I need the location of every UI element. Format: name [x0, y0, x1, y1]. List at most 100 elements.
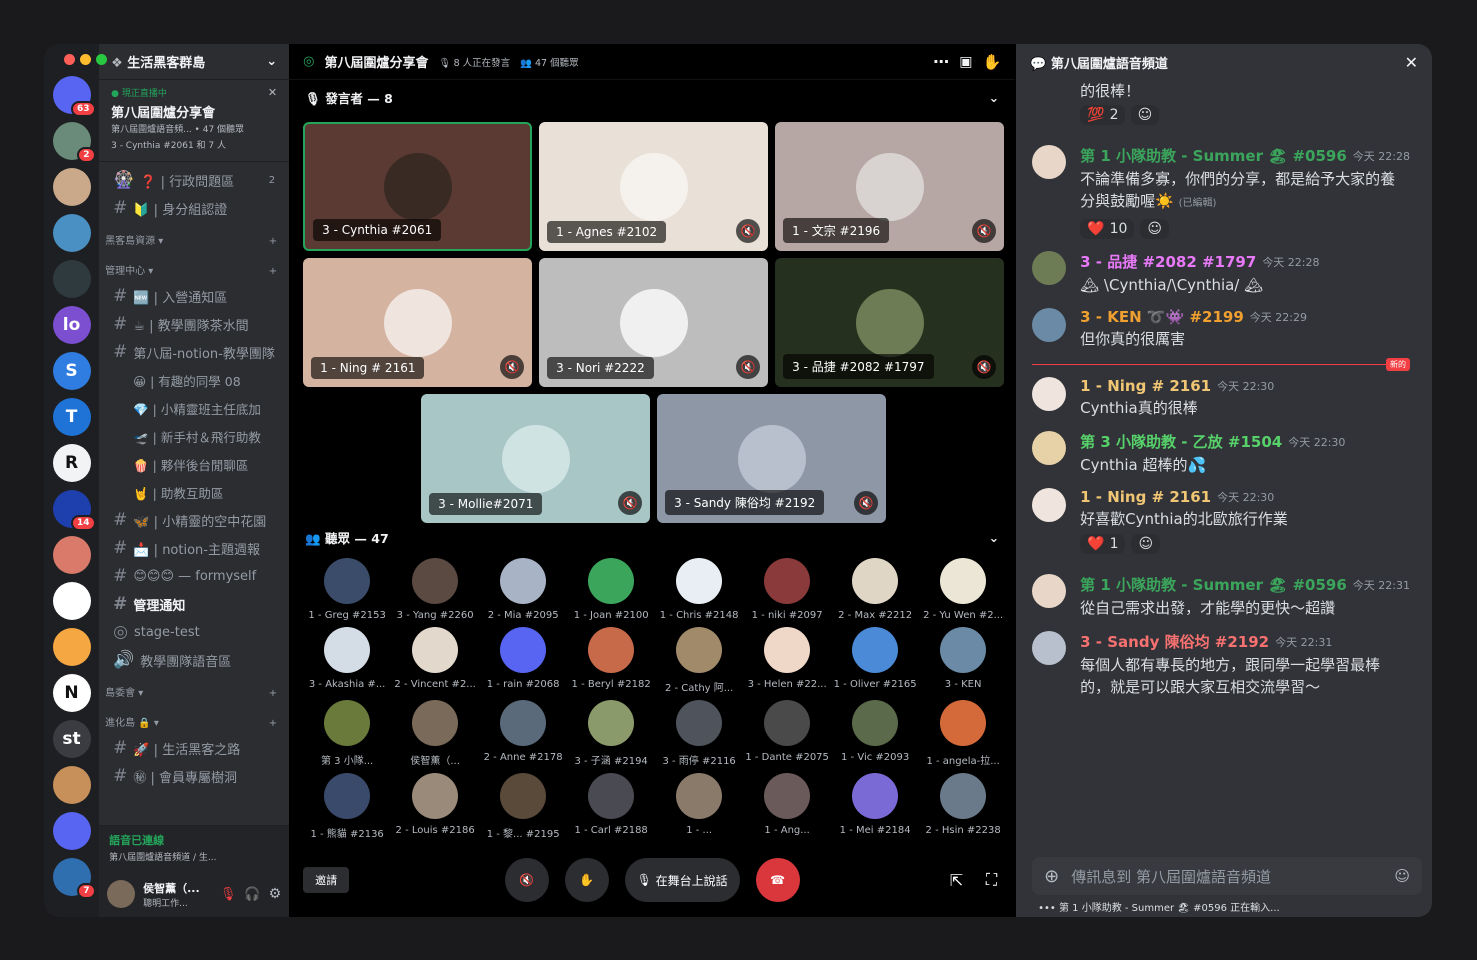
message-author[interactable]: 3 - KEN ➰👾 #2199	[1080, 308, 1244, 326]
plus-icon[interactable]: ⊕	[1044, 866, 1059, 887]
server-icon[interactable]	[52, 168, 91, 206]
audience-member[interactable]: 2 - Yu Wen #2...	[919, 558, 1007, 621]
audience-member[interactable]: 3 - 子涵 #2194	[567, 700, 655, 767]
message-author[interactable]: 3 - 品捷 #2082 #1797	[1080, 251, 1256, 272]
channel-item[interactable]: # 管理通知	[99, 590, 289, 618]
audience-member[interactable]: 1 - Ang...	[743, 773, 831, 840]
speaker-tile[interactable]: 1 - 文宗 #2196 🔇	[775, 122, 1005, 251]
speaker-tile[interactable]: 1 - Ning # 2161 🔇	[303, 258, 533, 387]
audience-member[interactable]: 1 - Carl #2188	[567, 773, 655, 840]
server-icon[interactable]	[52, 812, 91, 850]
gear-icon[interactable]: ⚙	[269, 886, 282, 902]
avatar[interactable]	[1032, 631, 1067, 665]
close-icon[interactable]: ✕	[268, 86, 277, 99]
message-input[interactable]: ⊕ 傳訊息到 第八屆圍爐語音頻道 ☺	[1032, 857, 1422, 895]
close-icon[interactable]: ✕	[1405, 53, 1418, 72]
server-icon[interactable]: lo	[52, 306, 91, 344]
reaction[interactable]: ❤️ 1	[1080, 534, 1126, 554]
server-icon[interactable]: 7	[52, 858, 96, 899]
plus-icon[interactable]: +	[269, 236, 277, 247]
audience-member[interactable]: 1 - Vic #2093	[831, 700, 919, 767]
plus-icon[interactable]: +	[269, 688, 277, 699]
avatar[interactable]	[1032, 377, 1067, 411]
server-icon[interactable]	[52, 766, 91, 804]
audience-member[interactable]: 1 - Mei #2184	[831, 773, 919, 840]
speaker-tile[interactable]: 3 - Nori #2222 🔇	[539, 258, 769, 387]
guild-header[interactable]: ❖ 生活黑客群島 ⌄	[99, 44, 290, 80]
reaction[interactable]: ❤️ 10	[1080, 219, 1135, 239]
add-reaction-icon[interactable]: ☺	[1130, 105, 1160, 125]
channel-item[interactable]: # 🚀 | 生活黑客之路	[99, 734, 289, 762]
speaker-tile[interactable]: 3 - Sandy 陳俗均 #2192 🔇	[657, 394, 887, 523]
message-author[interactable]: 3 - Sandy 陳俗均 #2192	[1080, 631, 1269, 652]
chevron-down-icon[interactable]: ⌄	[989, 90, 999, 105]
speaker-tile[interactable]: 3 - Mollie#2071 🔇	[421, 394, 651, 523]
avatar[interactable]	[1032, 145, 1067, 179]
audience-member[interactable]: 2 - Hsin #2238	[919, 773, 1007, 840]
raise-hand-button[interactable]: ✋	[564, 858, 609, 902]
server-icon[interactable]: T	[52, 398, 91, 436]
server-icon[interactable]	[52, 628, 91, 666]
audience-member[interactable]: 1 - Joan #2100	[567, 558, 655, 621]
audience-member[interactable]: 2 - Louis #2186	[391, 773, 479, 840]
audience-member[interactable]: 3 - 雨停 #2116	[655, 700, 743, 767]
speakers-section-header[interactable]: 🎙 發言者 — 8 ⌄	[289, 80, 1015, 114]
channel-item[interactable]: # 📩 | notion-主題週報	[99, 534, 289, 562]
audience-member[interactable]: 第 3 小隊...	[303, 700, 391, 767]
channel-item[interactable]: 🛫 | 新手村＆飛行助教	[99, 422, 289, 450]
audience-member[interactable]: 1 - Oliver #2165	[831, 627, 919, 694]
audience-member[interactable]: 2 - Mia #2095	[479, 558, 567, 621]
audience-member[interactable]: 1 - Dante #2075	[743, 700, 831, 767]
server-icon[interactable]: R	[52, 444, 91, 482]
chevron-down-icon[interactable]: ⌄	[266, 54, 277, 69]
audience-member[interactable]: 2 - Cathy 阿...	[655, 627, 743, 694]
server-icon[interactable]: 63	[52, 76, 96, 117]
speaker-tile[interactable]: 3 - Cynthia #2061	[303, 122, 533, 251]
audience-member[interactable]: 3 - Akashia #...	[303, 627, 391, 694]
emoji-icon[interactable]: ☺	[1394, 867, 1410, 885]
message-author[interactable]: 第 3 小隊助教 - 乙放 #1504	[1080, 431, 1282, 452]
headphones-icon[interactable]: 🎧	[244, 887, 260, 902]
reaction[interactable]: 💯 2	[1080, 105, 1126, 125]
close-window-button[interactable]	[64, 54, 75, 65]
server-icon[interactable]	[52, 582, 91, 620]
audience-member[interactable]: 1 - 黎... #2195	[479, 773, 567, 840]
audience-member[interactable]: 2 - Vincent #2...	[391, 627, 479, 694]
channel-item[interactable]: ◎ stage-test	[99, 618, 289, 646]
channel-item[interactable]: 😀 | 有趣的同學 08	[99, 366, 289, 394]
mute-button[interactable]: 🔇	[504, 858, 549, 902]
audience-member[interactable]: 1 - rain #2068	[479, 627, 567, 694]
speaker-tile[interactable]: 1 - Agnes #2102 🔇	[539, 122, 769, 251]
channel-item[interactable]: # 🔰 | 身分組認證	[99, 194, 289, 222]
audience-member[interactable]: 1 - Chris #2148	[655, 558, 743, 621]
channel-item[interactable]: # 🆕 | 入營通知區	[99, 282, 289, 310]
server-icon[interactable]: N	[52, 674, 91, 712]
chevron-down-icon[interactable]: ⌄	[989, 530, 999, 545]
plus-icon[interactable]: +	[269, 718, 277, 729]
avatar[interactable]	[107, 880, 136, 908]
channel-item[interactable]: 🔊 教學團隊語音區	[99, 646, 289, 674]
live-stage-card[interactable]: ● 現正直播中 ✕ 第八屆圍爐分享會 第八屆圍爐語音頻... • 47 個聽眾 3…	[99, 80, 290, 162]
maximize-window-button[interactable]	[96, 54, 107, 65]
popout-icon[interactable]: ⇱	[950, 871, 963, 890]
channel-item[interactable]: # 🦋 | 小精靈的空中花園	[99, 506, 289, 534]
add-reaction-icon[interactable]: ☺	[1131, 534, 1161, 554]
server-icon[interactable]: 14	[52, 490, 96, 531]
speaker-tile[interactable]: 3 - 品捷 #2082 #1797 🔇	[775, 258, 1005, 387]
audience-member[interactable]: 1 - niki #2097	[743, 558, 831, 621]
audience-section-header[interactable]: 👥 聽眾 — 47 ⌄	[289, 520, 1015, 554]
channel-item[interactable]: # ☕ | 教學團隊茶水間	[99, 310, 289, 338]
server-icon[interactable]	[52, 536, 91, 574]
audience-member[interactable]: 1 - Beryl #2182	[567, 627, 655, 694]
audience-member[interactable]: 3 - Helen #22...	[743, 627, 831, 694]
channel-item[interactable]: # ㊙ | 會員專屬樹洞	[99, 762, 289, 790]
channel-item[interactable]: # 第八屆-notion-教學團隊	[99, 338, 289, 366]
avatar[interactable]	[1032, 574, 1067, 608]
server-icon[interactable]: S	[52, 352, 91, 390]
invite-button[interactable]: 邀請	[303, 867, 350, 893]
audience-member[interactable]: 1 - angela-拉...	[919, 700, 1007, 767]
disconnect-button[interactable]: ☎	[755, 858, 800, 902]
channel-category[interactable]: 管理中心 ▾ +	[99, 252, 289, 282]
message-author[interactable]: 1 - Ning # 2161	[1080, 488, 1211, 506]
mic-icon[interactable]: 🎙	[220, 887, 237, 902]
